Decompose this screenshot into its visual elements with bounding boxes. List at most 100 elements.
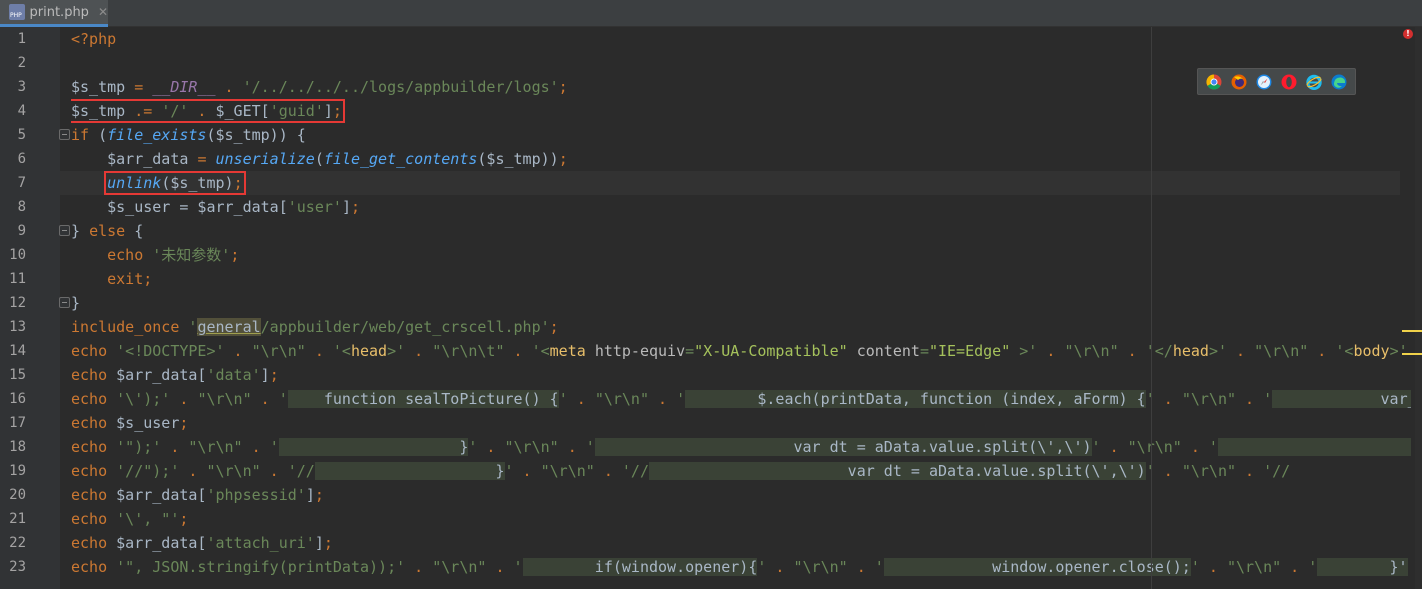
code-token: >'	[387, 342, 406, 360]
code-token: .	[1154, 462, 1182, 480]
tab-print-php[interactable]: PHP print.php ✕	[0, 0, 108, 27]
code-token: '	[513, 558, 523, 576]
code-token: if(window.opener){	[522, 558, 758, 576]
code-line[interactable]: echo '\');' . "\r\n" . ' function sealTo…	[71, 387, 1411, 411]
code-line[interactable]: echo '<!DOCTYPE>' . "\r\n" . '<head>' . …	[71, 339, 1411, 363]
code-token: echo	[71, 438, 117, 456]
code-line[interactable]: unlink($s_tmp);	[60, 171, 1400, 195]
code-token: '	[278, 390, 288, 408]
code-token: window.opener.close();	[883, 558, 1191, 576]
code-token: >'	[1208, 342, 1227, 360]
fold-toggle-icon[interactable]	[59, 129, 70, 140]
php-file-icon: PHP	[9, 4, 25, 20]
code-token: .	[305, 342, 333, 360]
code-token: ;	[549, 318, 559, 336]
chrome-icon[interactable]	[1206, 73, 1222, 90]
code-token: '未知参数'	[152, 246, 231, 264]
opera-icon[interactable]	[1281, 74, 1297, 90]
code-token: "\r\n"	[1181, 390, 1237, 408]
code-line[interactable]: echo '");' . "\r\n" . ' }' . "\r\n" . ' …	[71, 435, 1411, 459]
code-line[interactable]: $arr_data = unserialize(file_get_content…	[71, 147, 1411, 171]
error-indicator-icon[interactable]: !	[1403, 29, 1413, 39]
code-line[interactable]: echo $arr_data['data'];	[71, 363, 1411, 387]
code-token: "\r\n"	[1226, 558, 1282, 576]
code-line[interactable]: echo $arr_data['phpsessid'];	[71, 483, 1411, 507]
code-token: $arr_data	[71, 150, 198, 168]
warning-marker[interactable]	[1402, 330, 1422, 332]
code-token: '	[1208, 438, 1218, 456]
code-token: '\', "'	[116, 510, 180, 528]
code-token: .	[513, 462, 541, 480]
code-token: .	[477, 438, 505, 456]
code-token: "\r\n"	[1127, 438, 1182, 456]
code-line[interactable]: }	[71, 291, 1411, 315]
code-token: if (.	[1217, 438, 1411, 456]
close-icon[interactable]: ✕	[98, 5, 108, 19]
code-line[interactable]: $s_user = $arr_data['user'];	[71, 195, 1411, 219]
code-token: "\r\n"	[1181, 462, 1237, 480]
safari-icon[interactable]	[1256, 74, 1272, 90]
code-token: ;	[179, 510, 189, 528]
line-number: 22	[9, 535, 26, 551]
code-token: >'	[1389, 342, 1408, 360]
code-line[interactable]: echo '", JSON.stringify(printData));' . …	[71, 555, 1411, 579]
code-token: $s_tmp	[71, 78, 135, 96]
code-token: ($s_tmp)) {	[206, 126, 306, 144]
code-line[interactable]: } else {	[71, 219, 1411, 243]
line-number: 10	[9, 247, 26, 263]
code-token: .	[504, 342, 532, 360]
code-token: "\r\n"	[1064, 342, 1119, 360]
code-token: echo	[71, 366, 117, 384]
code-token: 'user'	[287, 198, 342, 216]
code-token: .	[179, 462, 207, 480]
code-token: >'	[1010, 342, 1038, 360]
code-token: echo	[71, 486, 117, 504]
code-token: ;	[558, 78, 568, 96]
code-token: file_get_contents	[323, 150, 478, 168]
code-token: .	[405, 342, 433, 360]
code-token: }'	[1317, 558, 1408, 576]
code-token: ;	[350, 198, 360, 216]
code-token: .	[161, 438, 189, 456]
code-token: ;	[179, 414, 189, 432]
code-token: $s_tmp	[71, 102, 135, 120]
code-line[interactable]: exit;	[71, 267, 1411, 291]
code-line[interactable]: $s_tmp .= '/' . $_GET['guid'];	[71, 99, 1411, 123]
code-token: "\r\n"	[540, 462, 595, 480]
code-token: '	[1308, 558, 1318, 576]
ie-icon[interactable]	[1306, 74, 1322, 90]
code-line[interactable]: echo '\', "';	[71, 507, 1411, 531]
code-line[interactable]: <?php	[71, 27, 1411, 51]
code-token: .=	[134, 102, 162, 120]
code-editor[interactable]: <?php $s_tmp = __DIR__ . '/../../../../lo…	[60, 27, 1422, 589]
code-token: '	[1263, 390, 1273, 408]
firefox-icon[interactable]	[1231, 74, 1247, 90]
code-token: '<!DOCTYPE>'	[116, 342, 225, 360]
code-line[interactable]: include_once 'general/appbuilder/web/get…	[71, 315, 1411, 339]
edge-icon[interactable]	[1331, 74, 1347, 90]
code-token: {	[134, 222, 144, 240]
code-token: .	[405, 558, 433, 576]
code-token: '<	[531, 342, 550, 360]
code-token: '", JSON.stringify(printData));'	[116, 558, 406, 576]
vertical-scrollbar[interactable]	[1415, 27, 1422, 589]
code-token: .	[224, 342, 252, 360]
code-line[interactable]: echo '//");' . "\r\n" . '// }' . "\r\n" …	[71, 459, 1411, 483]
fold-toggle-icon[interactable]	[59, 225, 70, 236]
code-token: .	[251, 390, 279, 408]
line-number: 13	[9, 319, 26, 335]
warning-marker[interactable]	[1402, 353, 1422, 355]
code-token: .	[594, 462, 622, 480]
fold-toggle-icon[interactable]	[59, 297, 70, 308]
code-token: '	[504, 462, 514, 480]
code-line[interactable]: if (file_exists($s_tmp)) {	[71, 123, 1411, 147]
code-line[interactable]: echo $arr_data['attach_uri'];	[71, 531, 1411, 555]
code-line[interactable]: echo $s_user;	[71, 411, 1411, 435]
code-token: "\r\n"	[432, 558, 487, 576]
code-line[interactable]: echo '未知参数';	[71, 243, 1411, 267]
code-token: echo	[71, 510, 117, 528]
code-token: '<	[1335, 342, 1354, 360]
code-token: echo	[71, 342, 117, 360]
code-token: }	[71, 222, 90, 240]
